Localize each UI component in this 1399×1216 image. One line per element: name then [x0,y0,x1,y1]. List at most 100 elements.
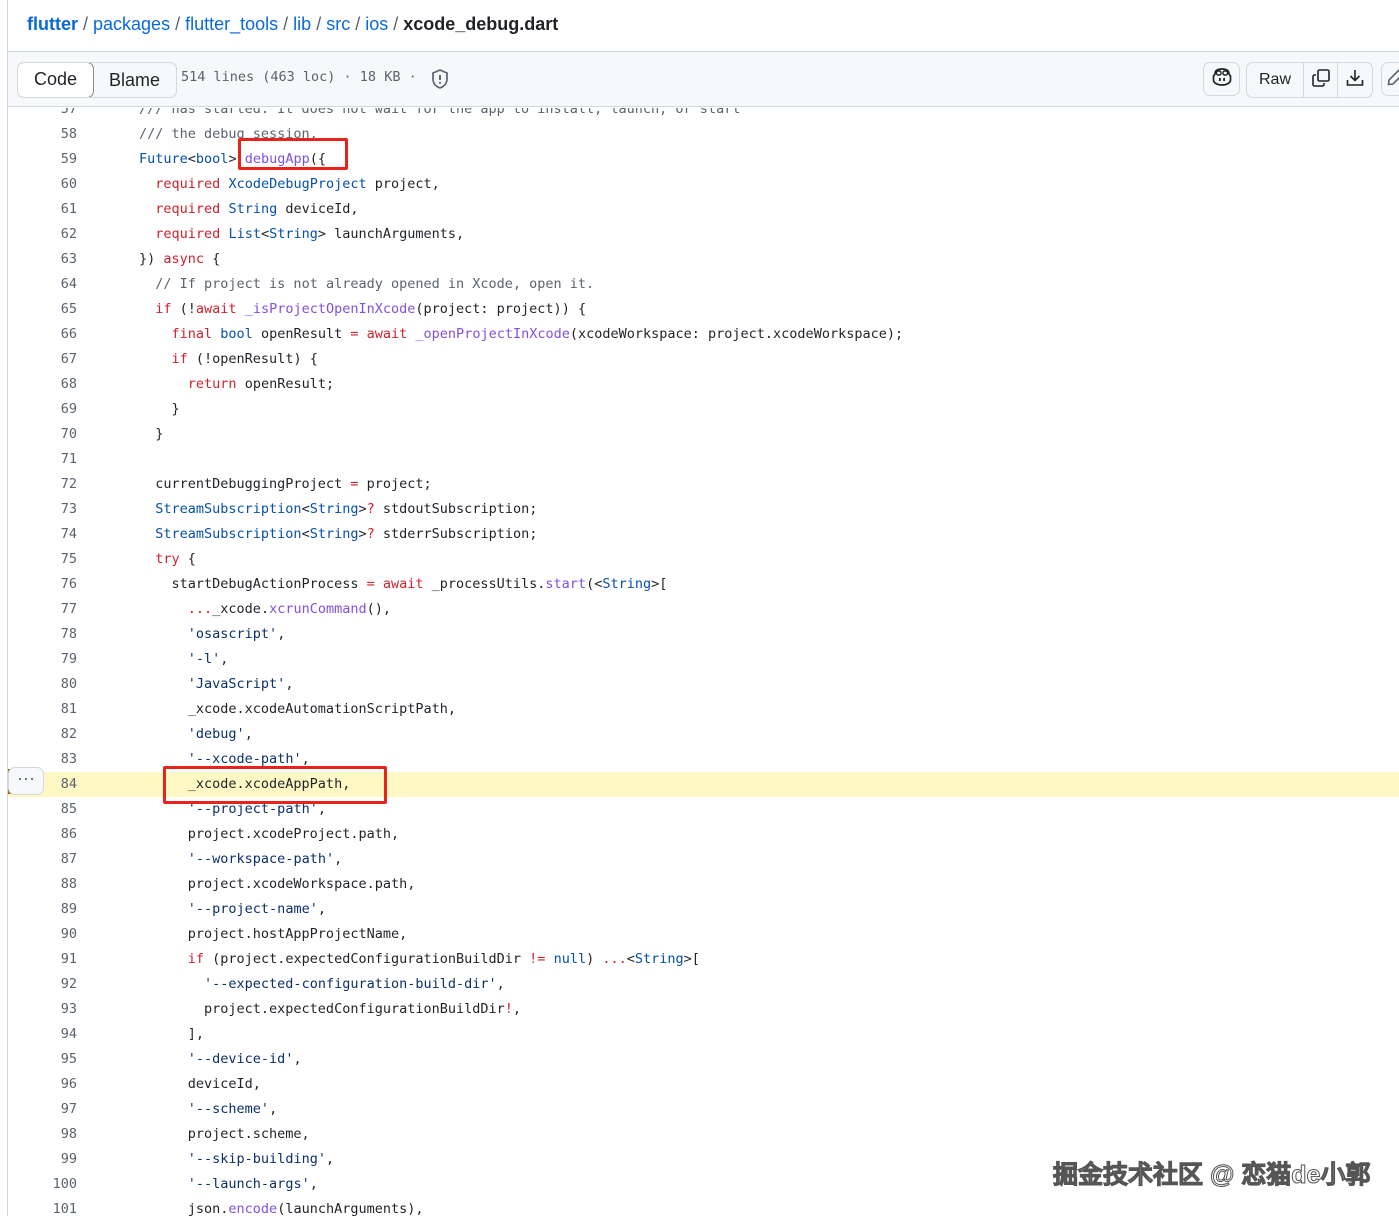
line-number[interactable]: 63 [8,247,77,272]
line-number[interactable]: 74 [8,522,77,547]
line-number[interactable]: 67 [8,347,77,372]
line-number[interactable]: 71 [8,447,77,472]
line-number[interactable]: 101 [8,1197,77,1216]
code-token: ], [139,1026,205,1042]
copy-raw-button[interactable] [1304,63,1338,97]
breadcrumb-item-flutter[interactable]: flutter [27,14,78,34]
tab-code[interactable]: Code [18,63,95,97]
code-token: ! [504,1001,513,1017]
line-number[interactable]: 82 [8,722,77,747]
code-line: 65 if (!await _isProjectOpenInXcode(proj… [8,297,1399,322]
raw-button[interactable]: Raw [1247,63,1304,97]
line-number[interactable]: 92 [8,972,77,997]
breadcrumb-item-flutter-tools[interactable]: flutter_tools [185,14,278,34]
breadcrumb-item-lib[interactable]: lib [293,14,311,34]
tab-blame[interactable]: Blame [93,63,176,97]
line-number[interactable]: 78 [8,622,77,647]
code-line: 90 project.hostAppProjectName, [8,922,1399,947]
line-number[interactable]: 95 [8,1047,77,1072]
line-number[interactable]: 86 [8,822,77,847]
line-number[interactable]: 79 [8,647,77,672]
edit-button[interactable] [1381,62,1399,96]
code-token: String [634,951,684,967]
line-number[interactable]: 58 [8,122,77,147]
code-text: } [139,397,180,422]
line-number[interactable]: 100 [8,1172,77,1197]
code-text: '--workspace-path', [139,847,342,872]
line-number[interactable]: 70 [8,422,77,447]
code-line: 77 ..._xcode.xcrunCommand(), [8,597,1399,622]
line-number[interactable]: 81 [8,697,77,722]
line-number[interactable]: 57 [8,108,77,122]
line-number[interactable]: 85 [8,797,77,822]
code-token: _openProjectInXcode [415,326,570,342]
code-text: '--scheme', [139,1097,277,1122]
code-text: /// has started. It does not wait for th… [139,108,740,122]
code-token: (project.expectedConfigurationBuildDir [204,951,530,967]
line-number[interactable]: 62 [8,222,77,247]
shield-icon[interactable] [429,68,451,90]
code-token: List [228,226,261,242]
code-token: , [317,901,326,917]
line-number[interactable]: 96 [8,1072,77,1097]
line-number[interactable]: 80 [8,672,77,697]
line-number[interactable]: 99 [8,1147,77,1172]
annotation-box-xcodeapppath [163,766,387,804]
file-info: 514 lines (463 loc) · 18 KB · [181,69,417,85]
code-token: if [171,351,188,367]
line-options-button[interactable]: ··· [8,767,44,795]
line-number[interactable]: 68 [8,372,77,397]
download-button[interactable] [1338,63,1372,97]
line-number[interactable]: 60 [8,172,77,197]
code-line: 64 // If project is not already opened i… [8,272,1399,297]
code-token: , [496,976,505,992]
line-number[interactable]: 87 [8,847,77,872]
code-token: String [309,526,359,542]
code-token: , [301,751,310,767]
breadcrumb-separator: / [175,14,181,34]
breadcrumb-separator: / [355,14,361,34]
code-line: 69 } [8,397,1399,422]
line-number[interactable]: 97 [8,1097,77,1122]
line-number[interactable]: 89 [8,897,77,922]
code-token: _processUtils. [423,576,546,592]
code-text: '--launch-args', [139,1172,318,1197]
line-number[interactable]: 98 [8,1122,77,1147]
code-line: 62 required List<String> launchArguments… [8,222,1399,247]
line-number[interactable]: 93 [8,997,77,1022]
line-number[interactable]: 91 [8,947,77,972]
code-token: required [155,201,221,217]
line-number[interactable]: 69 [8,397,77,422]
line-number[interactable]: 65 [8,297,77,322]
code-token: ? [366,526,375,542]
line-number[interactable]: 72 [8,472,77,497]
line-number[interactable]: 66 [8,322,77,347]
line-number[interactable]: 59 [8,147,77,172]
breadcrumb-item-src[interactable]: src [326,14,350,34]
breadcrumb-item-ios[interactable]: ios [365,14,388,34]
line-number[interactable]: 75 [8,547,77,572]
line-number[interactable]: 88 [8,872,77,897]
line-number[interactable]: 90 [8,922,77,947]
code-token: openResult; [236,376,335,392]
copilot-button[interactable] [1203,62,1240,96]
line-number[interactable]: 77 [8,597,77,622]
code-token: project.hostAppProjectName, [139,926,408,942]
code-text: '-l', [139,647,229,672]
code-token: > [358,501,367,517]
breadcrumb-item-packages[interactable]: packages [93,14,170,34]
code-line: 78 'osascript', [8,622,1399,647]
line-number[interactable]: 94 [8,1022,77,1047]
code-token: project.xcodeWorkspace.path, [139,876,416,892]
line-number[interactable]: 73 [8,497,77,522]
line-number[interactable]: 76 [8,572,77,597]
line-number[interactable]: 61 [8,197,77,222]
line-number[interactable]: 64 [8,272,77,297]
